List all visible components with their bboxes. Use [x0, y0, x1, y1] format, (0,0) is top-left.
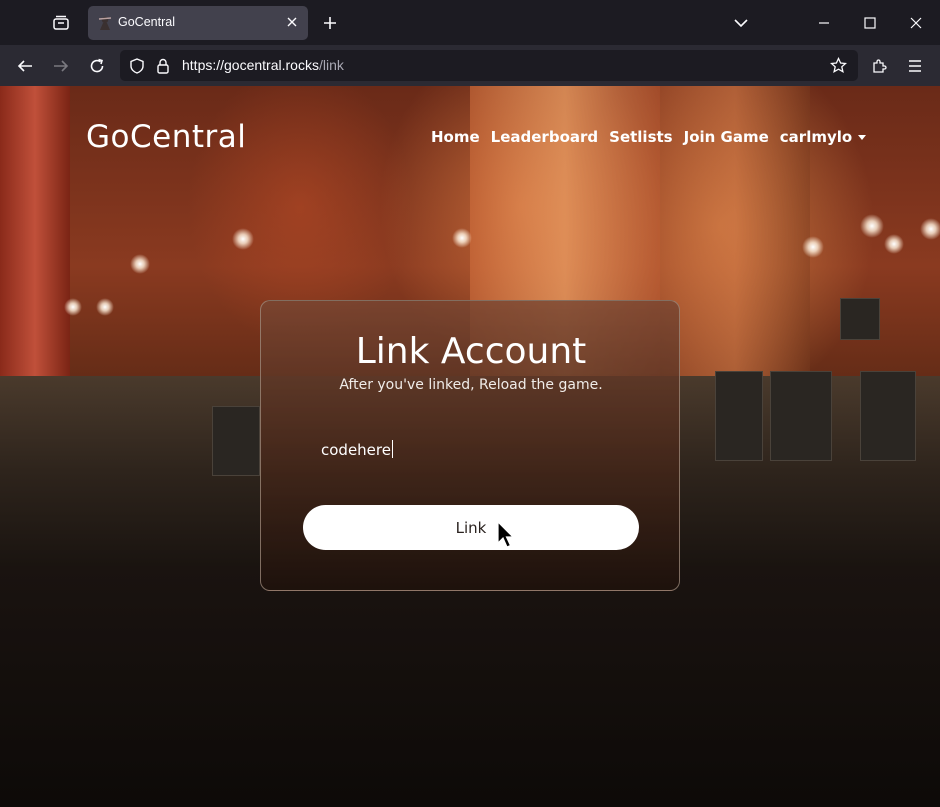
- nav-join-game[interactable]: Join Game: [684, 128, 769, 146]
- url-text: https://gocentral.rocks/link: [182, 57, 344, 73]
- stage-speaker: [770, 371, 832, 461]
- gocentral-favicon-icon: [97, 15, 113, 31]
- menu-hamburger-icon[interactable]: [902, 53, 928, 79]
- tab-gocentral[interactable]: GoCentral: [88, 6, 308, 40]
- caret-down-icon: [858, 135, 867, 140]
- card-subtitle: After you've linked, Reload the game.: [339, 377, 603, 393]
- lock-icon[interactable]: [154, 57, 171, 74]
- back-arrow-icon[interactable]: [12, 53, 38, 79]
- url-host: https://gocentral.rocks: [182, 57, 319, 73]
- stage-speaker: [715, 371, 763, 461]
- nav-setlists[interactable]: Setlists: [609, 128, 672, 146]
- stage-speaker: [840, 298, 880, 340]
- stage-light: [920, 218, 940, 240]
- page-viewport: GoCentral Home Leaderboard Setlists Join…: [0, 86, 940, 807]
- link-code-input[interactable]: codehere: [321, 440, 621, 464]
- address-bar[interactable]: https://gocentral.rocks/link: [120, 50, 858, 81]
- nav-user-menu[interactable]: carlmylo: [779, 128, 867, 146]
- stage-light: [96, 298, 114, 316]
- tab-title: GoCentral: [118, 15, 175, 29]
- close-window-icon[interactable]: [903, 10, 929, 36]
- forward-arrow-icon[interactable]: [48, 53, 74, 79]
- bookmark-star-icon[interactable]: [830, 57, 847, 74]
- link-button[interactable]: Link: [303, 505, 639, 550]
- background-crowd: [0, 566, 940, 807]
- browser-toolbar: https://gocentral.rocks/link: [0, 45, 940, 86]
- maximize-icon[interactable]: [857, 10, 883, 36]
- link-account-card: Link Account After you've linked, Reload…: [260, 300, 680, 591]
- site-nav: Home Leaderboard Setlists Join Game carl…: [431, 128, 867, 146]
- card-title: Link Account: [355, 331, 587, 372]
- reload-icon[interactable]: [84, 53, 110, 79]
- site-brand[interactable]: GoCentral: [86, 119, 246, 155]
- stage-light: [884, 234, 904, 254]
- minimize-icon[interactable]: [811, 10, 837, 36]
- chevron-down-icon[interactable]: [730, 12, 752, 34]
- background-curtain-left: [0, 86, 70, 386]
- stage-light: [452, 228, 472, 248]
- nav-leaderboard[interactable]: Leaderboard: [491, 128, 598, 146]
- browser-tab-bar: GoCentral: [0, 0, 940, 45]
- close-tab-icon[interactable]: [284, 14, 300, 30]
- mouse-pointer-icon: [497, 521, 515, 548]
- stage-light: [802, 236, 824, 258]
- nav-username: carlmylo: [779, 128, 853, 146]
- shield-icon[interactable]: [128, 57, 145, 74]
- nav-home[interactable]: Home: [431, 128, 480, 146]
- new-tab-icon[interactable]: [319, 12, 341, 34]
- stage-light: [130, 254, 150, 274]
- stage-light: [232, 228, 254, 250]
- url-path: /link: [318, 57, 344, 73]
- link-code-value: codehere: [321, 441, 391, 459]
- stage-light: [860, 214, 884, 238]
- stage-speaker: [212, 406, 260, 476]
- stage-speaker: [860, 371, 916, 461]
- stage-light: [64, 298, 82, 316]
- text-caret: [391, 440, 393, 458]
- extensions-icon[interactable]: [866, 53, 892, 79]
- list-all-tabs-icon[interactable]: [48, 11, 74, 35]
